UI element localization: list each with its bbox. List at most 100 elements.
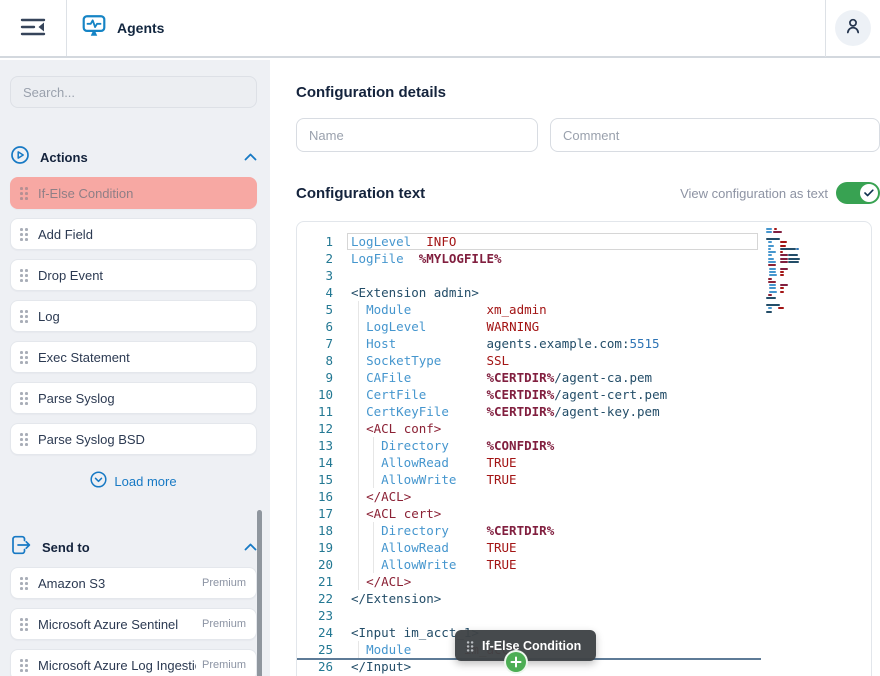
drag-handle-icon bbox=[20, 391, 29, 405]
code-line[interactable]: 19 AllowRead TRUE bbox=[297, 539, 871, 556]
send-to-export-icon bbox=[10, 534, 32, 561]
minimap-line bbox=[768, 241, 773, 243]
top-header: Agents bbox=[0, 0, 880, 58]
minimap-line bbox=[768, 281, 776, 283]
code-line[interactable]: 15 AllowWrite TRUE bbox=[297, 471, 871, 488]
minimap-line bbox=[769, 268, 776, 270]
code-text: Module xm_admin bbox=[351, 301, 547, 318]
line-number: 14 bbox=[297, 454, 333, 471]
view-as-text-label: View configuration as text bbox=[680, 186, 828, 201]
minimap-line bbox=[778, 307, 784, 309]
item-label: Microsoft Azure Sentinel bbox=[38, 617, 178, 632]
toggle-knob bbox=[860, 184, 878, 202]
chevron-up-icon[interactable] bbox=[244, 543, 257, 551]
minimap-line bbox=[780, 245, 786, 247]
sidebar-collapse-button[interactable] bbox=[0, 0, 67, 56]
code-line[interactable]: 11 CertKeyFile %CERTDIR%/agent-key.pem bbox=[297, 403, 871, 420]
minimap-line bbox=[773, 231, 782, 233]
code-text: AllowRead TRUE bbox=[351, 539, 517, 556]
code-line[interactable]: 13 Directory %CONFDIR% bbox=[297, 437, 871, 454]
load-more-button[interactable]: Load more bbox=[10, 471, 257, 491]
drag-handle-icon bbox=[20, 227, 29, 241]
sidebar-scrollbar[interactable] bbox=[257, 510, 262, 676]
view-as-text-toggle[interactable] bbox=[836, 182, 880, 204]
header-divider bbox=[825, 0, 826, 57]
actions-play-icon bbox=[10, 145, 30, 170]
minimap-line bbox=[769, 291, 777, 293]
sidebar-item-parse-syslog-bsd[interactable]: Parse Syslog BSD bbox=[10, 423, 257, 455]
code-line[interactable]: 18 Directory %CERTDIR% bbox=[297, 522, 871, 539]
code-text: CAFile %CERTDIR%/agent-ca.pem bbox=[351, 369, 652, 386]
configuration-code-editor[interactable]: 1LogLevel INFO2LogFile %MYLOGFILE%34<Ext… bbox=[296, 221, 872, 676]
minimap-line bbox=[766, 238, 780, 240]
app-window: Agents Actions bbox=[0, 0, 880, 676]
line-number: 10 bbox=[297, 386, 333, 403]
premium-badge: Premium bbox=[196, 577, 246, 589]
sidebar-item-exec-statement[interactable]: Exec Statement bbox=[10, 341, 257, 373]
minimap-line bbox=[768, 264, 776, 266]
sidebar-item-microsoft-azure-log-ingestion[interactable]: Microsoft Azure Log IngestionPremium bbox=[10, 649, 257, 676]
sidebar-item-microsoft-azure-sentinel[interactable]: Microsoft Azure SentinelPremium bbox=[10, 608, 257, 640]
sidebar-item-parse-syslog[interactable]: Parse Syslog bbox=[10, 382, 257, 414]
code-line[interactable]: 14 AllowRead TRUE bbox=[297, 454, 871, 471]
sidebar-item-log[interactable]: Log bbox=[10, 300, 257, 332]
minimap-line bbox=[780, 291, 783, 293]
minimap-line bbox=[766, 297, 776, 299]
code-line[interactable]: 8 SocketType SSL bbox=[297, 352, 871, 369]
line-number: 20 bbox=[297, 556, 333, 573]
sidebar-item-drop-event[interactable]: Drop Event bbox=[10, 259, 257, 291]
chevron-up-icon[interactable] bbox=[244, 153, 257, 161]
user-avatar[interactable] bbox=[835, 10, 871, 46]
line-number: 19 bbox=[297, 539, 333, 556]
code-text: LogLevel WARNING bbox=[351, 318, 539, 335]
drag-handle-icon bbox=[20, 658, 29, 672]
code-line[interactable]: 16 </ACL> bbox=[297, 488, 871, 505]
line-number: 6 bbox=[297, 318, 333, 335]
code-text: Directory %CERTDIR% bbox=[351, 522, 554, 539]
minimap-line bbox=[768, 248, 771, 250]
actions-list: If-Else Condition Add Field Drop Event Log E… bbox=[10, 177, 257, 455]
code-text: </Extension> bbox=[351, 590, 441, 607]
code-line[interactable]: 20 AllowWrite TRUE bbox=[297, 556, 871, 573]
drag-handle-icon bbox=[20, 350, 29, 364]
code-text: SocketType SSL bbox=[351, 352, 509, 369]
code-line[interactable]: 9 CAFile %CERTDIR%/agent-ca.pem bbox=[297, 369, 871, 386]
comment-field[interactable] bbox=[550, 118, 880, 152]
name-field[interactable] bbox=[296, 118, 538, 152]
sidebar-item-if-else-condition[interactable]: If-Else Condition bbox=[10, 177, 257, 209]
sidebar: Actions If-Else Condition Add Field Drop E… bbox=[0, 60, 270, 676]
minimap-line bbox=[780, 261, 787, 263]
sidebar-item-add-field[interactable]: Add Field bbox=[10, 218, 257, 250]
minimap-line bbox=[768, 251, 776, 253]
minimap-line bbox=[780, 274, 783, 276]
code-line[interactable]: 22</Extension> bbox=[297, 590, 871, 607]
drag-handle-icon bbox=[20, 617, 29, 631]
agents-monitor-icon bbox=[81, 13, 107, 44]
code-line[interactable]: 12 <ACL conf> bbox=[297, 420, 871, 437]
sidebar-item-amazon-s3[interactable]: Amazon S3 Premium bbox=[10, 567, 257, 599]
code-text: </Input> bbox=[351, 658, 411, 675]
code-line[interactable]: 10 CertFile %CERTDIR%/agent-cert.pem bbox=[297, 386, 871, 403]
section-header-actions[interactable]: Actions bbox=[10, 146, 257, 168]
code-line[interactable]: 21 </ACL> bbox=[297, 573, 871, 590]
item-label: Amazon S3 bbox=[38, 576, 105, 591]
search-input[interactable] bbox=[10, 76, 257, 108]
code-line[interactable]: 17 <ACL cert> bbox=[297, 505, 871, 522]
code-line[interactable]: 7 Host agents.example.com:5515 bbox=[297, 335, 871, 352]
minimap-line bbox=[796, 248, 799, 250]
line-number: 5 bbox=[297, 301, 333, 318]
section-title-send-to: Send to bbox=[42, 540, 90, 555]
item-label: Exec Statement bbox=[38, 350, 130, 365]
code-text: </ACL> bbox=[351, 573, 411, 590]
code-text: Directory %CONFDIR% bbox=[351, 437, 554, 454]
drag-handle-icon bbox=[20, 576, 29, 590]
drag-tooltip-label: If-Else Condition bbox=[482, 639, 581, 653]
item-label: Add Field bbox=[38, 227, 93, 242]
line-number: 7 bbox=[297, 335, 333, 352]
section-header-send-to[interactable]: Send to bbox=[10, 536, 257, 558]
code-line[interactable]: 23 bbox=[297, 607, 871, 624]
collapse-sidebar-icon bbox=[20, 17, 46, 40]
editor-minimap[interactable] bbox=[766, 228, 824, 328]
drag-handle-icon bbox=[20, 268, 29, 282]
minimap-line bbox=[768, 307, 773, 309]
